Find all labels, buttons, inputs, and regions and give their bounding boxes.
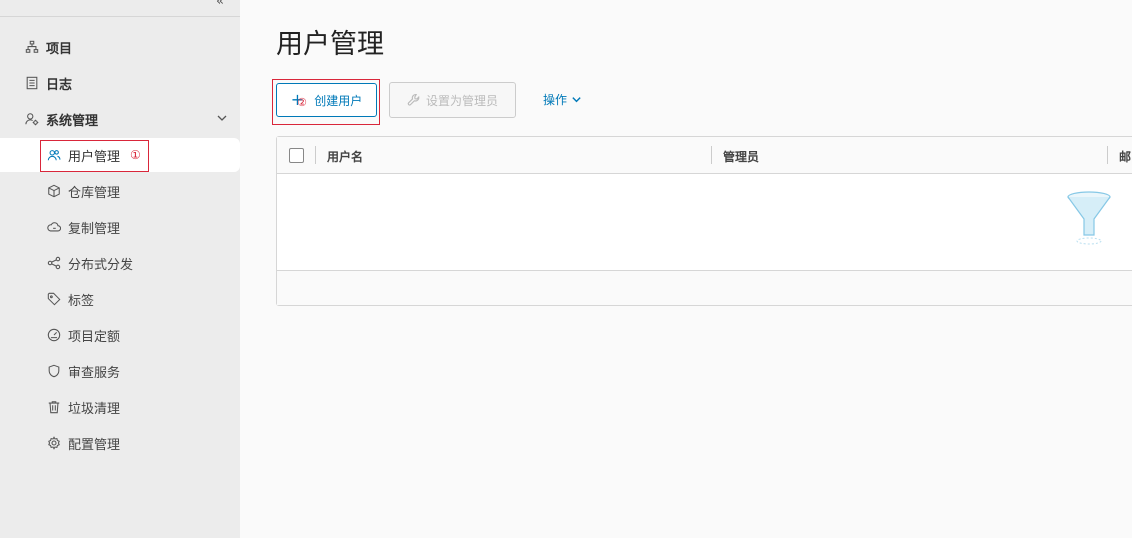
column-header-email[interactable]: 邮 bbox=[1119, 148, 1131, 165]
wrench-icon bbox=[407, 94, 420, 106]
table-header: 用户名 管理员 邮 bbox=[277, 137, 1132, 174]
sidebar-item-logs[interactable]: 日志 bbox=[0, 66, 240, 100]
sidebar-item-label: 分布式分发 bbox=[68, 257, 134, 273]
sidebar-item-garbage-collection[interactable]: 垃圾清理 bbox=[0, 390, 240, 424]
sidebar: « 项目 日志 系统管理 用户管理 ① 仓库管理 复制管理 分布式分发 标签 项… bbox=[0, 0, 240, 538]
sidebar-item-configuration[interactable]: 配置管理 bbox=[0, 426, 240, 460]
chevron-down-icon[interactable] bbox=[216, 112, 228, 128]
sidebar-item-label: 系统管理 bbox=[46, 113, 99, 129]
column-separator[interactable] bbox=[1107, 146, 1108, 164]
set-as-admin-label: 设置为管理员 bbox=[425, 93, 498, 108]
shield-icon bbox=[46, 363, 62, 379]
column-header-username[interactable]: 用户名 bbox=[327, 148, 363, 165]
sidebar-item-label: 审查服务 bbox=[68, 365, 121, 381]
sidebar-item-label: 垃圾清理 bbox=[68, 401, 121, 417]
cube-icon bbox=[46, 183, 62, 199]
sidebar-collapse-toggle[interactable]: « bbox=[0, 0, 240, 17]
create-user-button[interactable]: + ② 创建用户 bbox=[276, 83, 377, 117]
sitemap-icon bbox=[24, 39, 40, 55]
sidebar-item-label: 日志 bbox=[46, 77, 73, 93]
sidebar-item-label: 配置管理 bbox=[68, 437, 121, 453]
users-table: 用户名 管理员 邮 bbox=[276, 136, 1132, 306]
sidebar-item-interrogation-services[interactable]: 审查服务 bbox=[0, 354, 240, 388]
tag-icon bbox=[46, 291, 62, 307]
users-icon bbox=[46, 147, 62, 163]
chevron-down-icon bbox=[572, 97, 581, 103]
sidebar-item-label: 用户管理 bbox=[68, 149, 121, 165]
sidebar-item-system-admin[interactable]: 系统管理 bbox=[0, 102, 240, 136]
create-user-label: 创建用户 bbox=[314, 93, 363, 108]
sidebar-item-label: 标签 bbox=[68, 293, 95, 309]
log-icon bbox=[24, 75, 40, 91]
actions-label: 操作 bbox=[543, 93, 568, 107]
sidebar-item-label: 项目定额 bbox=[68, 329, 121, 345]
empty-filter-icon bbox=[1067, 191, 1111, 245]
sidebar-item-project-quotas[interactable]: 项目定额 bbox=[0, 318, 240, 352]
sidebar-item-projects[interactable]: 项目 bbox=[0, 30, 240, 64]
sidebar-item-label: 复制管理 bbox=[68, 221, 121, 237]
sidebar-item-repository-management[interactable]: 仓库管理 bbox=[0, 174, 240, 208]
actions-dropdown[interactable]: 操作 bbox=[543, 91, 582, 108]
annotation-marker-1: ① bbox=[130, 148, 141, 162]
dashboard-icon bbox=[46, 327, 62, 343]
cloud-icon bbox=[46, 219, 62, 235]
page-title: 用户管理 bbox=[276, 29, 384, 60]
user-settings-icon bbox=[24, 111, 40, 127]
sidebar-item-replication-management[interactable]: 复制管理 bbox=[0, 210, 240, 244]
double-chevron-left-icon[interactable]: « bbox=[216, 0, 224, 9]
sidebar-item-label: 项目 bbox=[46, 41, 73, 57]
set-as-admin-button[interactable]: 设置为管理员 bbox=[389, 82, 516, 118]
gear-icon bbox=[46, 435, 62, 451]
column-separator[interactable] bbox=[315, 146, 316, 164]
select-all-checkbox[interactable] bbox=[289, 148, 304, 163]
column-separator[interactable] bbox=[711, 146, 712, 164]
column-header-admin[interactable]: 管理员 bbox=[723, 148, 759, 165]
share-icon bbox=[46, 255, 62, 271]
sidebar-item-distribution[interactable]: 分布式分发 bbox=[0, 246, 240, 280]
sidebar-item-label: 仓库管理 bbox=[68, 185, 121, 201]
sidebar-item-tags[interactable]: 标签 bbox=[0, 282, 240, 316]
table-body-empty bbox=[277, 174, 1132, 271]
table-footer bbox=[277, 271, 1132, 305]
trash-icon bbox=[46, 399, 62, 415]
annotation-marker-2: ② bbox=[297, 96, 307, 109]
sidebar-item-user-management[interactable]: 用户管理 ① bbox=[0, 138, 240, 172]
